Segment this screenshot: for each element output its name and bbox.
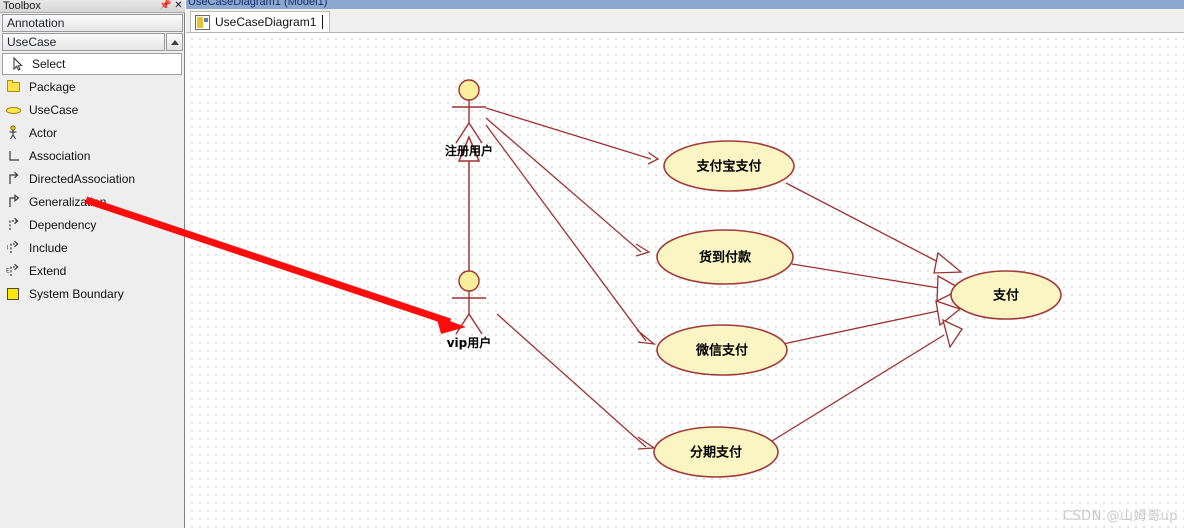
toolbox-scroll-up-button[interactable] [166,33,183,51]
toolbox-group-usecase[interactable]: UseCase [2,33,165,51]
usecase-label-cod: 货到付款 [699,250,752,266]
toolbox-panel: Toolbox 📌 ✕ Annotation UseCase Select Pa… [0,0,185,528]
watermark: CSDN @山姆哥up [1062,509,1178,524]
editor-tabstrip: UseCaseDiagram1 [186,9,1184,33]
generalization-lines [771,182,963,442]
cursor-icon [8,56,28,72]
chevron-up-icon [170,39,179,45]
directed-association-icon [5,171,25,187]
arrowhead-wechat [636,329,657,345]
toolbox-group-annotation[interactable]: Annotation [2,14,183,32]
svg-text:I: I [6,244,8,251]
window-titlebar: UseCaseDiagram1 (Model1) [186,0,1184,9]
tool-item-package[interactable]: Package [0,75,184,98]
tool-label-extend: Extend [29,263,67,278]
actor-head [458,270,480,292]
tool-item-actor[interactable]: Actor [0,121,184,144]
gen-installment-to-pay[interactable] [771,334,945,442]
gen-wechat-to-pay[interactable] [782,310,939,345]
gen-cod-to-pay[interactable] [791,263,940,289]
tool-item-directed-association[interactable]: DirectedAssociation [0,167,184,190]
extend-icon: E [5,263,25,279]
group-label-usecase: UseCase [7,35,57,49]
window-title: UseCaseDiagram1 (Model1) [188,0,328,8]
actor-icon [5,124,25,141]
actor-head [458,79,480,101]
dependency-icon [5,217,25,233]
tab-usecasediagram1[interactable]: UseCaseDiagram1 [190,11,331,32]
tool-item-system-boundary[interactable]: System Boundary [0,282,184,305]
usecase-label-installment: 分期支付 [690,445,742,461]
association-lines [485,107,660,450]
boundary-icon [5,286,25,302]
assoc-registered-to-wechat[interactable] [485,124,647,342]
tool-label-include: Include [29,240,68,255]
usecase-diagram: 注册用户 vip用户 支付宝支付 货到付款 微信支付 分期支付 支付 [445,79,1062,478]
usecase-pay[interactable]: 支付 [950,270,1062,320]
tool-label-dependency: Dependency [29,217,97,232]
assoc-vip-to-installment[interactable] [496,313,647,448]
text-caret [322,15,324,29]
svg-text:E: E [6,267,10,274]
tool-item-select[interactable]: Select [2,53,182,75]
tool-label-directed-association: DirectedAssociation [29,171,136,186]
actor-leg-left [455,313,470,335]
actor-label-registered: 注册用户 [445,143,493,158]
assoc-registered-to-cod[interactable] [485,117,642,253]
folder-icon [5,79,25,95]
tab-label: UseCaseDiagram1 [215,15,317,29]
tool-label-association: Association [29,148,91,163]
tool-label-system-boundary: System Boundary [29,286,124,301]
group-label-annotation: Annotation [7,16,65,30]
close-icon[interactable]: ✕ [172,0,185,12]
usecase-installment[interactable]: 分期支付 [653,426,779,478]
tool-label-actor: Actor [29,125,58,140]
usecase-label-wechat: 微信支付 [695,343,748,359]
usecase-label-pay: 支付 [992,288,1019,304]
arrowhead-installment [637,436,656,450]
close-glyph: ✕ [174,0,183,11]
usecase-alipay[interactable]: 支付宝支付 [663,140,795,192]
tool-label-generalization: Generalization [29,194,107,209]
tool-item-association[interactable]: Association [0,144,184,167]
diagram-canvas[interactable]: 注册用户 vip用户 支付宝支付 货到付款 微信支付 分期支付 支付 CSDN … [186,33,1184,528]
tool-item-extend[interactable]: E Extend [0,259,184,282]
pin-glyph: 📌 [159,0,172,11]
toolbox-title: Toolbox [3,0,41,12]
association-icon [5,148,25,164]
generalization-icon [5,193,25,210]
tool-label-usecase: UseCase [29,102,79,117]
ellipse-icon [5,102,25,118]
tool-item-generalization[interactable]: Generalization [0,190,184,213]
usecase-wechat-pay[interactable]: 微信支付 [656,324,788,376]
diagram-icon [195,14,210,30]
actor-leg-right [468,313,483,335]
gen-alipay-to-pay[interactable] [785,182,945,266]
gen-arrowhead-installment [942,318,963,349]
assoc-registered-to-alipay[interactable] [485,107,652,160]
tool-item-include[interactable]: I Include [0,236,184,259]
usecase-cash-on-delivery[interactable]: 货到付款 [656,229,794,285]
actor-registered-user[interactable]: 注册用户 [445,79,493,158]
toolbox-header: Toolbox 📌 ✕ [0,0,185,13]
tool-item-usecase[interactable]: UseCase [0,98,184,121]
toolbox-item-list: Select Package UseCase Actor Association… [0,53,184,305]
tool-label-select: Select [32,57,66,71]
actor-label-vip: vip用户 [447,335,492,350]
include-icon: I [5,240,25,256]
pin-icon[interactable]: 📌 [159,0,172,12]
tool-label-package: Package [29,79,76,94]
usecase-label-alipay: 支付宝支付 [695,159,761,175]
tool-item-dependency[interactable]: Dependency [0,213,184,236]
actor-vip-user[interactable]: vip用户 [447,270,492,350]
gen-arrowhead-alipay [933,251,963,274]
